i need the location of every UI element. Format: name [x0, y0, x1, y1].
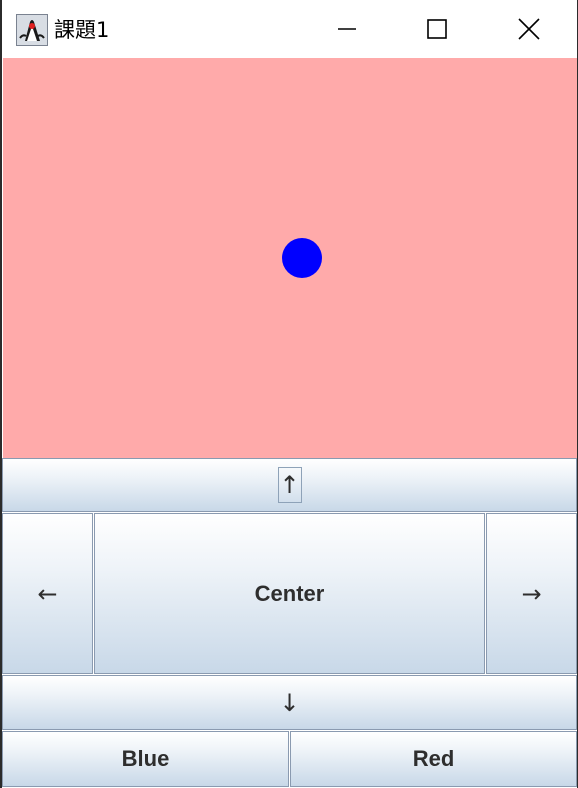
center-button[interactable]: Center [94, 513, 485, 674]
close-button[interactable] [484, 0, 574, 58]
up-arrow-label: ↑ [279, 471, 300, 499]
left-arrow-label: ← [37, 579, 58, 608]
drawing-canvas [3, 58, 577, 458]
blue-ball [282, 238, 322, 278]
blue-button[interactable]: Blue [2, 731, 289, 787]
minimize-icon [338, 28, 356, 30]
move-up-button[interactable]: ↑ [2, 458, 577, 512]
right-arrow-label: → [521, 579, 542, 608]
red-button[interactable]: Red [290, 731, 577, 787]
move-left-button[interactable]: ← [2, 513, 93, 674]
focus-indicator: ↑ [277, 467, 302, 503]
red-label: Red [412, 746, 455, 771]
app-window: 課題1 ↑ ← Center → ↓ Blue Red [2, 0, 577, 788]
close-icon [518, 18, 540, 40]
title-bar[interactable]: 課題1 [2, 0, 577, 58]
java-duke-icon[interactable] [16, 14, 48, 46]
maximize-button[interactable] [392, 0, 482, 58]
ball-layer [282, 238, 322, 278]
blue-label: Blue [121, 746, 170, 771]
window-title: 課題1 [54, 18, 110, 42]
move-down-button[interactable]: ↓ [2, 675, 577, 730]
minimize-button[interactable] [302, 0, 392, 58]
center-label: Center [254, 580, 325, 606]
maximize-icon [427, 19, 447, 39]
move-right-button[interactable]: → [486, 513, 577, 674]
down-arrow-label: ↓ [279, 688, 300, 717]
